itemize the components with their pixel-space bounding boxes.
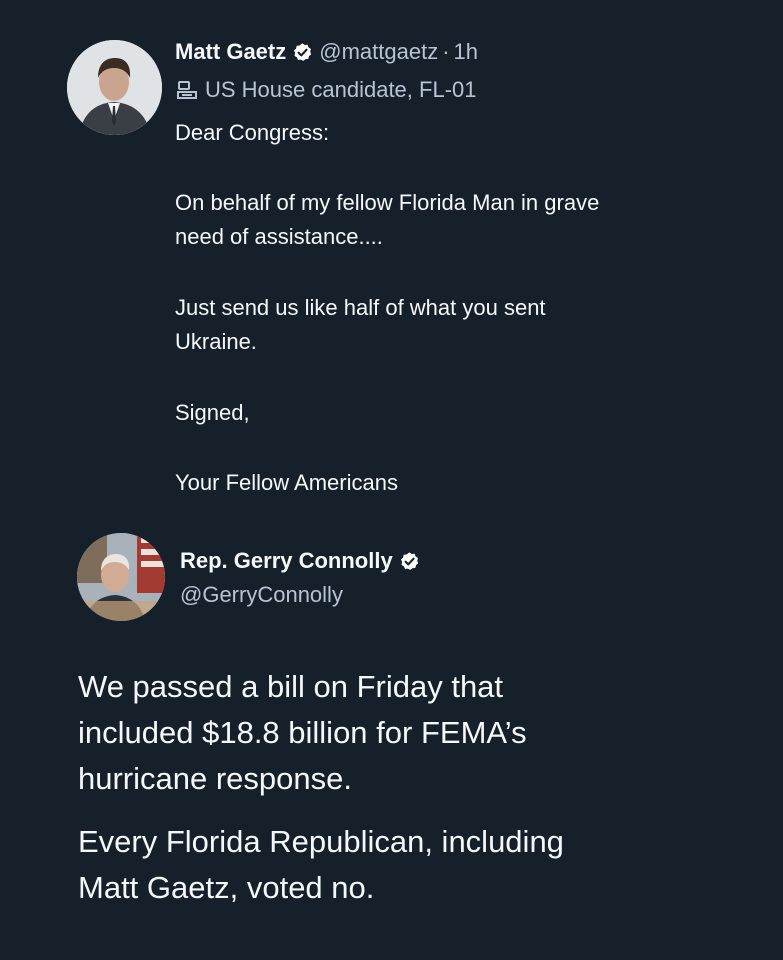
verified-badge-icon bbox=[294, 42, 312, 61]
reply-line-2: included $18.8 billion for FEMA’s bbox=[78, 715, 527, 750]
tweet-line-1: Dear Congress: bbox=[175, 120, 330, 145]
tweet-line-2: On behalf of my fellow Florida Man in gr… bbox=[175, 190, 600, 215]
avatar-gerry-connolly[interactable] bbox=[77, 533, 165, 621]
avatar-matt-gaetz[interactable] bbox=[67, 40, 162, 135]
tweet-timestamp[interactable]: 1h bbox=[454, 39, 478, 65]
author-display-name[interactable]: Matt Gaetz bbox=[175, 39, 286, 65]
tweet-line-4: Just send us like half of what you sent bbox=[175, 295, 546, 320]
reply-line-4: Every Florida Republican, including bbox=[78, 824, 564, 859]
government-building-icon bbox=[177, 81, 197, 99]
reply-line-1: We passed a bill on Friday that bbox=[78, 669, 504, 704]
verified-badge-icon bbox=[400, 551, 418, 570]
reply-author-line: Rep. Gerry Connolly bbox=[180, 548, 426, 574]
tweet-line-3: need of assistance.... bbox=[175, 224, 383, 249]
author-handle[interactable]: @mattgaetz bbox=[319, 39, 438, 65]
tweet-line-7: Your Fellow Americans bbox=[175, 470, 398, 495]
tweet-line-5: Ukraine. bbox=[175, 329, 257, 354]
reply-line-3: hurricane response. bbox=[78, 761, 352, 796]
avatar-photo-icon bbox=[67, 40, 162, 135]
reply-author-handle[interactable]: @GerryConnolly bbox=[180, 582, 343, 608]
reply-author-display-name[interactable]: Rep. Gerry Connolly bbox=[180, 548, 393, 574]
quoted-tweet: Matt Gaetz @mattgaetz · 1h US House cand… bbox=[0, 0, 783, 520]
avatar-photo-icon bbox=[77, 533, 165, 621]
account-label: US House candidate, FL-01 bbox=[175, 77, 477, 103]
separator-dot: · bbox=[442, 39, 450, 64]
tweet-line-6: Signed, bbox=[175, 400, 250, 425]
reply-line-5: Matt Gaetz, voted no. bbox=[78, 870, 375, 905]
author-line: Matt Gaetz @mattgaetz · 1h bbox=[175, 38, 478, 66]
account-label-text: US House candidate, FL-01 bbox=[205, 77, 477, 102]
